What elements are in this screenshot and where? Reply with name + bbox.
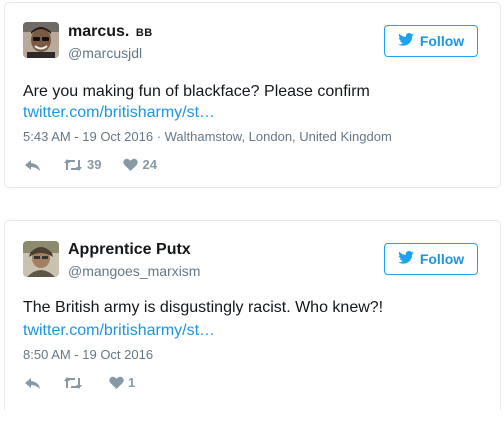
avatar[interactable]	[23, 241, 59, 277]
tweet-meta[interactable]: 8:50 AM - 19 Oct 2016	[23, 347, 153, 362]
follow-label: Follow	[419, 251, 465, 267]
reply-icon	[25, 376, 41, 390]
twitter-bird-icon	[398, 251, 414, 267]
follow-label: Follow	[419, 33, 465, 49]
retweet-icon	[63, 376, 83, 390]
reply-icon	[25, 158, 41, 172]
author-display-name: marcus.	[68, 23, 130, 40]
reply-button[interactable]	[25, 376, 41, 390]
follow-button[interactable]: Follow	[384, 243, 478, 275]
like-icon	[109, 376, 124, 389]
author-handle[interactable]: @marcusjdl	[68, 45, 142, 61]
retweet-icon	[63, 158, 83, 172]
retweet-button[interactable]	[63, 376, 87, 390]
follow-button[interactable]: Follow	[384, 25, 478, 57]
tweet-card: marcus. BB @marcusjdl Follow Are you mak…	[4, 2, 501, 188]
author-name[interactable]: Apprentice Putx	[68, 241, 191, 259]
retweet-count: 39	[87, 157, 102, 172]
tweet-actions: 39 24	[25, 157, 179, 172]
tweet-link[interactable]: twitter.com/britisharmy/st…	[23, 102, 215, 124]
tweet-card: Apprentice Putx @mangoes_marxism Follow …	[4, 220, 501, 410]
retweet-button[interactable]: 39	[63, 157, 101, 172]
twitter-bird-icon	[398, 33, 414, 49]
like-button[interactable]: 1	[109, 375, 135, 390]
tweet-meta[interactable]: 5:43 AM - 19 Oct 2016 · Walthamstow, Lon…	[23, 129, 392, 144]
author-badge: BB	[135, 27, 153, 39]
author-display-name: Apprentice Putx	[68, 241, 191, 258]
like-icon	[123, 158, 139, 171]
reply-button[interactable]	[25, 158, 41, 172]
author-handle[interactable]: @mangoes_marxism	[68, 263, 200, 279]
tweet-actions: 1	[25, 375, 157, 390]
avatar[interactable]	[23, 22, 59, 58]
tweet-text: The British army is disgustingly racist.…	[23, 299, 384, 316]
tweet-link[interactable]: twitter.com/britisharmy/st…	[23, 320, 215, 342]
like-count: 1	[128, 375, 136, 390]
tweet-text: Are you making fun of blackface? Please …	[23, 83, 370, 100]
like-count: 24	[142, 157, 157, 172]
like-button[interactable]: 24	[123, 157, 157, 172]
author-name[interactable]: marcus. BB	[68, 23, 153, 42]
